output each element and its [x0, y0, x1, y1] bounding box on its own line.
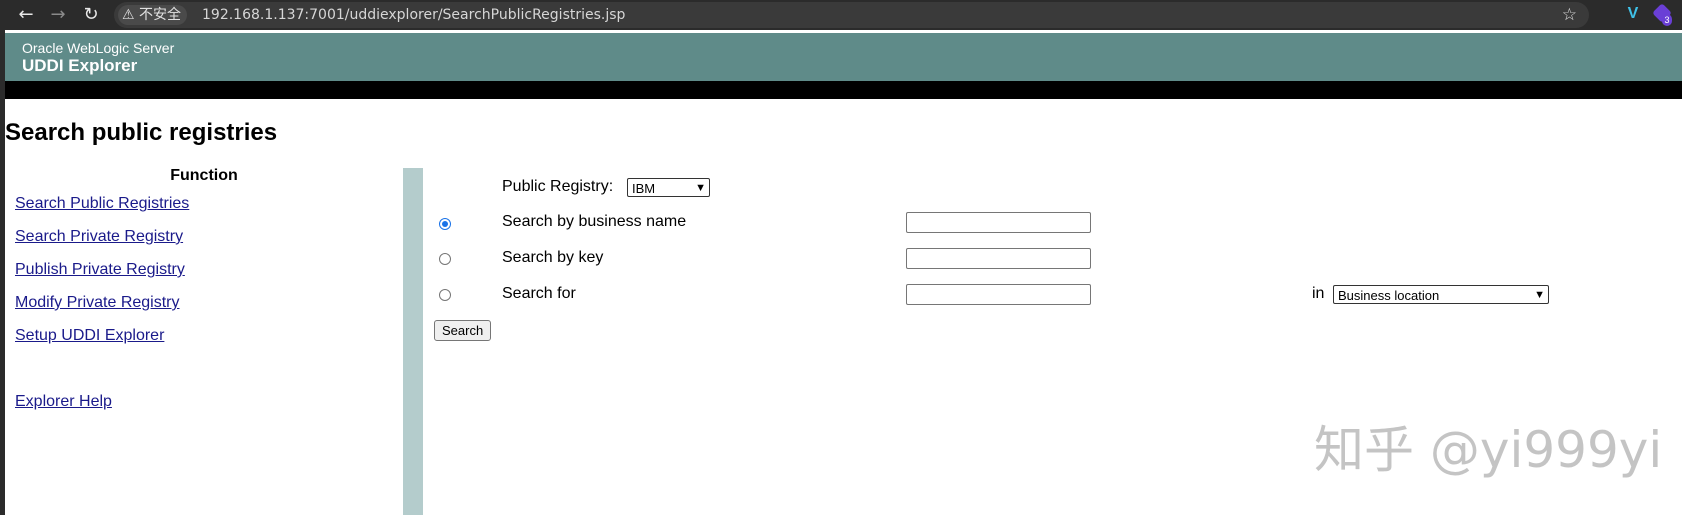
security-indicator[interactable]: ⚠ 不安全	[118, 5, 188, 25]
address-bar[interactable]: ⚠ 不安全 192.168.1.137:7001/uddiexplorer/Se…	[114, 2, 1589, 28]
chevron-down-icon: ▼	[1534, 289, 1545, 301]
header-divider	[5, 81, 1682, 99]
extension-v-icon[interactable]: V	[1624, 5, 1642, 23]
radio-search-for[interactable]	[439, 289, 451, 301]
chevron-down-icon: ▼	[695, 182, 706, 194]
search-for-input[interactable]	[906, 284, 1091, 305]
public-registry-select[interactable]: IBM ▼	[627, 178, 710, 197]
radio-search-by-key[interactable]	[439, 253, 451, 265]
option-label-key: Search by key	[502, 249, 604, 266]
search-in-select[interactable]: Business location ▼	[1333, 285, 1549, 304]
banner-subtitle: Oracle WebLogic Server	[22, 40, 175, 56]
key-input[interactable]	[906, 248, 1091, 269]
public-registry-label: Public Registry:	[502, 178, 614, 195]
menu-link-modify-private-registry[interactable]: Modify Private Registry	[15, 294, 180, 312]
in-label: in	[1312, 285, 1325, 302]
page-title: Search public registries	[5, 119, 278, 146]
security-label: 不安全	[139, 7, 182, 23]
browser-toolbar: ← → ↻ ⚠ 不安全 192.168.1.137:7001/uddiexplo…	[0, 0, 1682, 30]
header-banner: Oracle WebLogic Server UDDI Explorer	[5, 33, 1682, 81]
option-label-business-name: Search by business name	[502, 213, 687, 230]
forward-arrow-icon[interactable]: →	[47, 4, 69, 26]
business-name-input[interactable]	[906, 212, 1091, 233]
search-in-value: Business location	[1338, 288, 1440, 303]
column-divider	[403, 168, 423, 515]
url-text[interactable]: 192.168.1.137:7001/uddiexplorer/SearchPu…	[202, 2, 625, 28]
menu-link-setup-uddi-explorer[interactable]: Setup UDDI Explorer	[15, 327, 164, 345]
watermark: 知乎 @yi999yi	[1314, 421, 1663, 479]
radio-search-by-business-name[interactable]	[439, 218, 451, 230]
option-label-search-for: Search for	[502, 285, 576, 302]
extension-badge: 3	[1662, 14, 1672, 26]
menu-link-search-public-registries[interactable]: Search Public Registries	[15, 195, 189, 213]
reload-icon[interactable]: ↻	[80, 4, 102, 26]
window-frame	[0, 30, 5, 515]
menu-link-explorer-help[interactable]: Explorer Help	[15, 393, 112, 411]
banner-title: UDDI Explorer	[22, 56, 138, 75]
back-arrow-icon[interactable]: ←	[15, 4, 37, 26]
bookmark-star-icon[interactable]: ☆	[1562, 2, 1577, 28]
function-heading: Function	[170, 167, 238, 184]
extension-icon[interactable]: 3	[1652, 3, 1672, 26]
public-registry-value: IBM	[632, 181, 656, 196]
menu-link-search-private-registry[interactable]: Search Private Registry	[15, 228, 183, 246]
search-button[interactable]: Search	[434, 320, 492, 341]
warning-icon: ⚠	[122, 7, 135, 23]
menu-link-publish-private-registry[interactable]: Publish Private Registry	[15, 261, 185, 279]
